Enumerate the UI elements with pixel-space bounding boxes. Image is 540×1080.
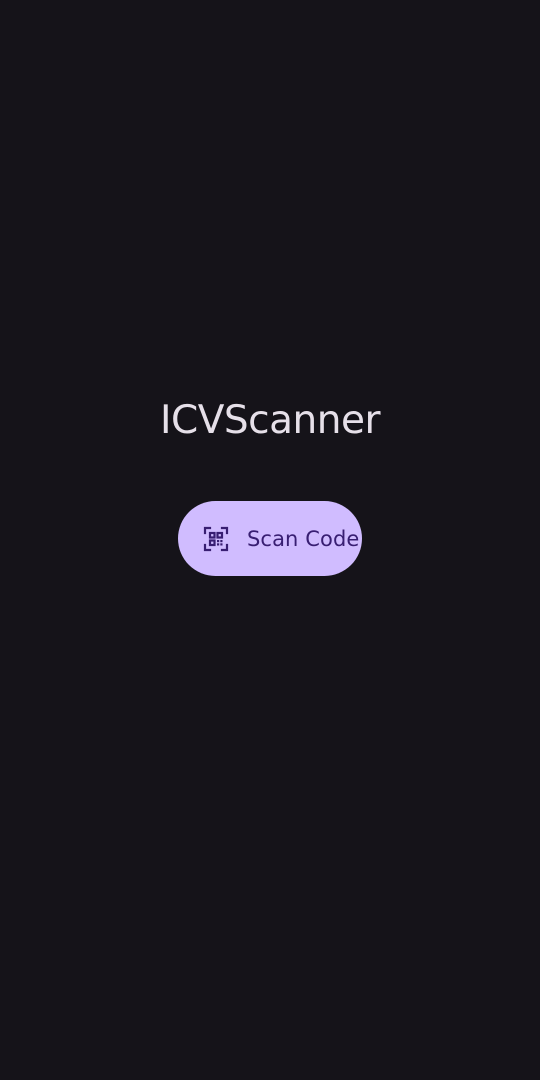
app-title: ICVScanner (160, 398, 380, 443)
scan-code-label: Scan Code (247, 526, 360, 551)
qr-code-scanner-icon (203, 526, 229, 552)
main-screen: ICVScanner Scan Code (0, 0, 540, 1080)
scan-code-button[interactable]: Scan Code (178, 501, 362, 576)
